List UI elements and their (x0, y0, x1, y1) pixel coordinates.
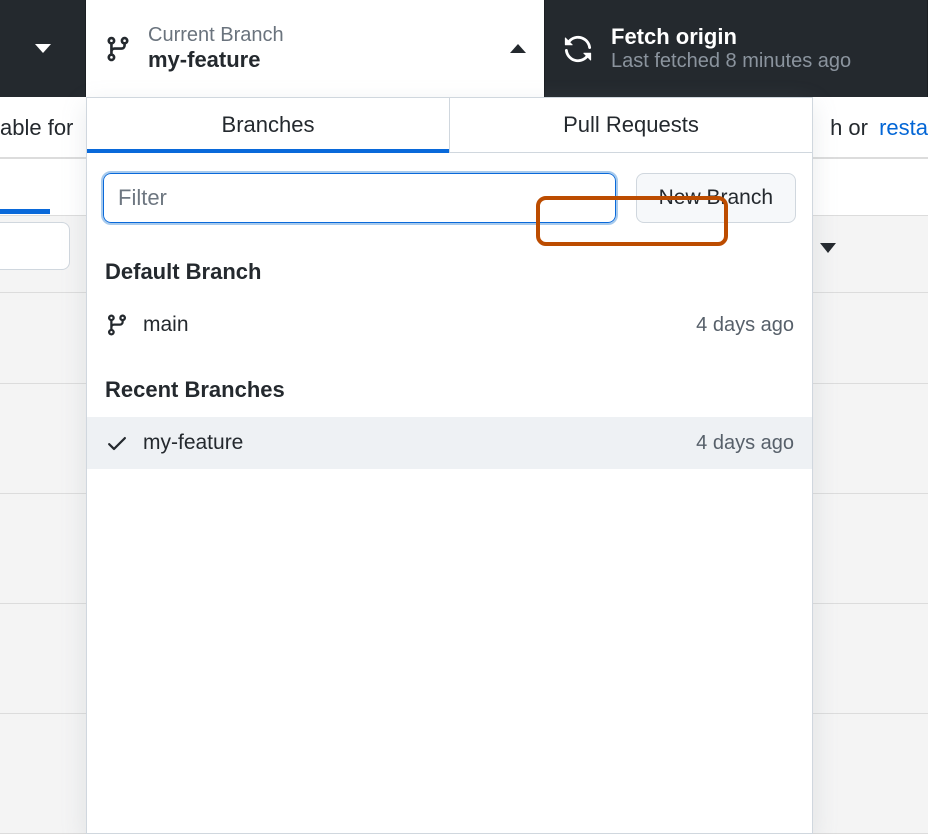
branch-row-my-feature[interactable]: my-feature 4 days ago (87, 417, 812, 469)
current-branch-name: my-feature (148, 47, 510, 73)
git-branch-icon (104, 35, 132, 63)
branch-filter-input[interactable] (103, 173, 616, 223)
default-branch-heading: Default Branch (87, 233, 812, 299)
branch-time-label: 4 days ago (696, 432, 794, 455)
current-repo-dropdown[interactable] (0, 0, 86, 97)
bg-text-left: able for (0, 115, 73, 141)
recent-branches-heading: Recent Branches (87, 351, 812, 417)
fetch-subtitle: Last fetched 8 minutes ago (611, 50, 851, 73)
fetch-title: Fetch origin (611, 24, 851, 50)
current-branch-label: Current Branch (148, 24, 510, 47)
tab-pull-requests[interactable]: Pull Requests (449, 98, 812, 152)
popover-tabs: Branches Pull Requests (87, 98, 812, 153)
bg-dropdown-caret (820, 243, 836, 253)
current-branch-dropdown[interactable]: Current Branch my-feature (86, 0, 545, 97)
chevron-down-icon (35, 44, 51, 53)
branch-popover: Branches Pull Requests New Branch Defaul… (86, 97, 813, 834)
bg-tab-indicator (0, 209, 50, 214)
git-branch-icon (105, 313, 129, 337)
app-toolbar: Current Branch my-feature Fetch origin L… (0, 0, 928, 97)
bg-button-fragment (0, 222, 70, 270)
branch-name-label: my-feature (143, 431, 696, 455)
tab-branches-label: Branches (222, 112, 315, 138)
tab-branches[interactable]: Branches (87, 98, 449, 152)
check-icon (105, 431, 129, 455)
fetch-origin-button[interactable]: Fetch origin Last fetched 8 minutes ago (545, 0, 928, 97)
branch-name-label: main (143, 313, 696, 337)
chevron-up-icon (510, 44, 526, 53)
branch-row-main[interactable]: main 4 days ago (87, 299, 812, 351)
branch-time-label: 4 days ago (696, 314, 794, 337)
tab-pull-requests-label: Pull Requests (563, 112, 699, 138)
new-branch-button[interactable]: New Branch (636, 173, 796, 223)
bg-text-right: h or (830, 115, 868, 141)
bg-link-restart[interactable]: resta (879, 115, 928, 141)
sync-icon (563, 34, 593, 64)
